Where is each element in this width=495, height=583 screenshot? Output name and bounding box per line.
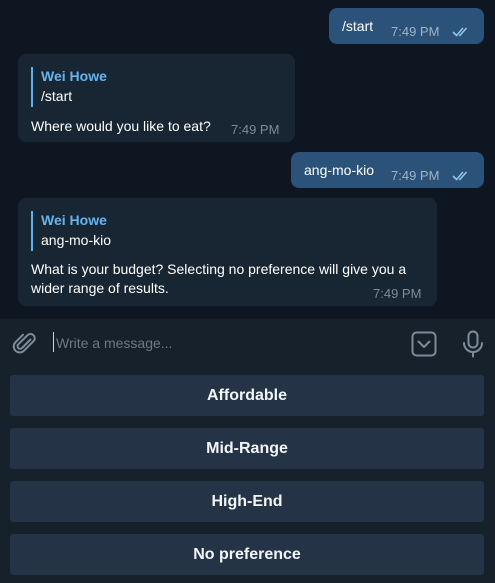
message-text-line: What is your budget? Selecting no prefer…	[31, 261, 407, 277]
message-text: Where would you like to eat?	[31, 118, 211, 134]
keyboard-toggle-icon[interactable]	[411, 331, 437, 357]
reply-author: Wei Howe	[41, 212, 107, 228]
reply-quote[interactable]: Wei Howe /start	[31, 67, 107, 107]
outgoing-message[interactable]: /start 7:49 PM	[329, 8, 484, 44]
reply-quote[interactable]: Wei Howe ang-mo-kio	[31, 211, 111, 251]
double-check-icon	[452, 171, 468, 181]
incoming-message[interactable]: Wei Howe ang-mo-kio What is your budget?…	[18, 198, 437, 306]
bot-reply-keyboard: Affordable Mid-Range High-End No prefere…	[0, 367, 495, 583]
message-time: 7:49 PM	[391, 24, 440, 39]
message-text: ang-mo-kio	[304, 162, 375, 178]
reply-text: ang-mo-kio	[41, 232, 112, 248]
outgoing-message[interactable]: ang-mo-kio 7:49 PM	[291, 152, 484, 188]
incoming-message[interactable]: Wei Howe /start Where would you like to …	[18, 54, 295, 142]
no-preference-button[interactable]: No preference	[10, 534, 484, 575]
message-input[interactable]	[56, 331, 386, 355]
reply-author: Wei Howe	[41, 68, 107, 84]
message-time: 7:49 PM	[231, 122, 280, 137]
message-composer	[0, 318, 495, 367]
message-time: 7:49 PM	[373, 286, 422, 301]
message-text-line: wider range of results.	[31, 280, 169, 296]
mid-range-button[interactable]: Mid-Range	[10, 428, 484, 469]
affordable-button[interactable]: Affordable	[10, 375, 484, 416]
message-text: /start	[342, 18, 374, 34]
microphone-icon[interactable]	[461, 330, 485, 358]
text-caret	[53, 332, 54, 352]
paperclip-icon[interactable]	[12, 331, 38, 357]
double-check-icon	[452, 27, 468, 37]
chat-history: /start 7:49 PM Wei Howe /start Where wou…	[0, 0, 495, 318]
high-end-button[interactable]: High-End	[10, 481, 484, 522]
message-time: 7:49 PM	[391, 168, 440, 183]
reply-text: /start	[41, 88, 73, 104]
